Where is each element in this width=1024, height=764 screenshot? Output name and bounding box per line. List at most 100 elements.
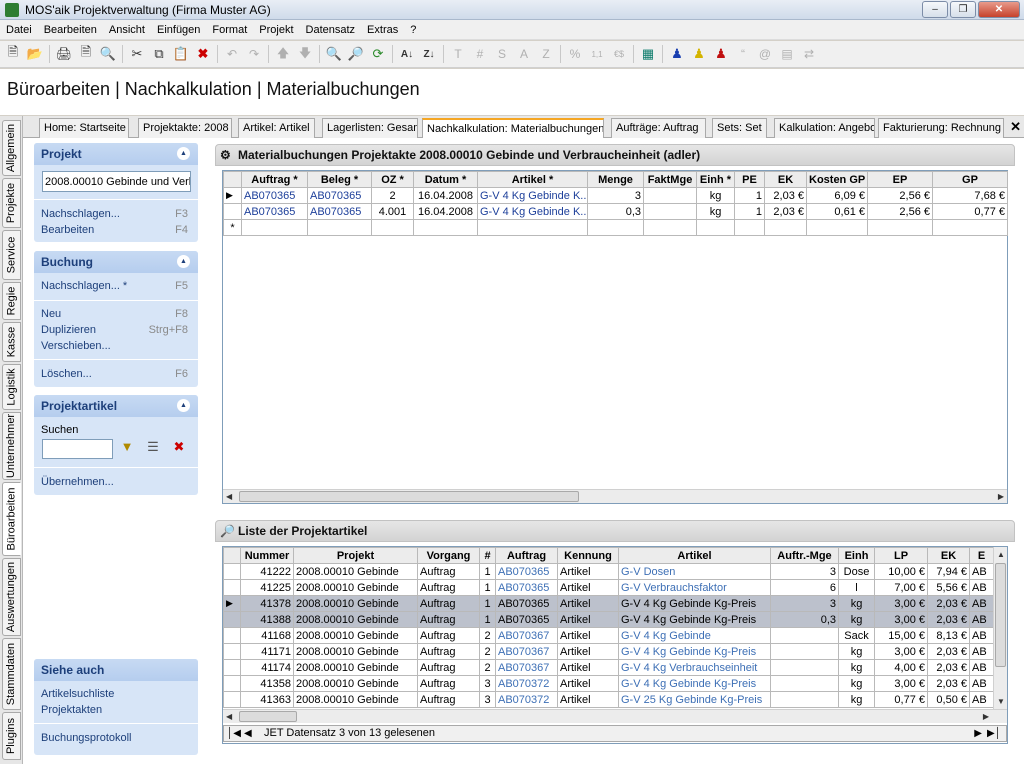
table-cell[interactable]: Artikel [557, 611, 619, 628]
table-cell[interactable]: 1 [734, 187, 765, 204]
vtab-service[interactable]: Service [2, 230, 21, 280]
table-row[interactable]: ▶ AB070365 AB070365 2 16.04.2008 G-V 4 Kg Geb… [223, 187, 1008, 204]
column-header[interactable]: Artikel * [477, 171, 588, 188]
table-cell[interactable]: 2008.00010 Gebinde [293, 579, 418, 596]
table-cell[interactable]: 0,3 [587, 203, 644, 220]
table-cell[interactable]: 2,03 € [927, 659, 970, 676]
table-cell[interactable]: 41168 [240, 627, 294, 644]
table-cell[interactable]: 41363 [240, 691, 294, 708]
table-cell[interactable]: AB070365 [495, 595, 558, 612]
decimal-icon[interactable]: 1,1 [586, 43, 608, 65]
uebernehmen-link[interactable]: Übernehmen... [41, 476, 114, 488]
table-cell[interactable]: 15,00 € [874, 627, 928, 644]
search-icon[interactable]: 🔍 [323, 43, 345, 65]
row-selector[interactable] [223, 203, 242, 220]
table-cell[interactable]: AB070367 [495, 643, 558, 660]
vtab-plugins[interactable]: Plugins [2, 712, 21, 760]
column-header[interactable]: EP [867, 171, 933, 188]
new-document-icon[interactable]: 🗎 [2, 43, 24, 65]
table-row[interactable]: 41174 2008.00010 Gebinde Auftrag 2 AB070367 A… [223, 659, 994, 676]
table-cell[interactable]: 0,77 € [932, 203, 1008, 220]
table-cell[interactable] [867, 219, 933, 236]
column-header[interactable]: Einh [838, 547, 875, 564]
tab-home[interactable]: Home: Startseite [39, 118, 129, 138]
table-cell[interactable]: AB [969, 627, 994, 644]
table-cell[interactable]: 7,00 € [874, 579, 928, 596]
close-tab-icon[interactable]: ✕ [1010, 119, 1021, 135]
table-cell[interactable]: 2,03 € [927, 643, 970, 660]
column-header[interactable]: Artikel [618, 547, 771, 564]
refresh-icon[interactable]: ⟳ [367, 43, 389, 65]
quote-icon[interactable]: “ [732, 43, 754, 65]
suchen-input[interactable] [42, 439, 113, 459]
currency-icon[interactable]: €$ [608, 43, 630, 65]
text-format-icon[interactable]: T [447, 43, 469, 65]
table-cell[interactable]: 1 [479, 579, 496, 596]
table-cell[interactable] [696, 219, 735, 236]
table-cell[interactable]: 3,00 € [874, 675, 928, 692]
table-cell[interactable]: kg [838, 691, 875, 708]
vtab-stammdaten[interactable]: Stammdaten [2, 638, 21, 710]
vertical-scrollbar[interactable]: ▲ ▼ [993, 547, 1007, 709]
table-cell[interactable]: 2,56 € [867, 203, 933, 220]
table-cell[interactable]: AB070365 [307, 187, 372, 204]
column-header[interactable]: GP [932, 171, 1008, 188]
column-header[interactable]: PE [734, 171, 765, 188]
link-icon[interactable]: ⇄ [798, 43, 820, 65]
table-cell[interactable]: 2 [479, 659, 496, 676]
projekt-bearbeiten-link[interactable]: Bearbeiten [41, 224, 94, 236]
table-cell[interactable]: G-V 4 Kg Gebinde K... [477, 203, 588, 220]
menu-projekt[interactable]: Projekt [253, 24, 299, 36]
table-cell[interactable] [770, 659, 839, 676]
print-preview-icon[interactable]: 🗎 [75, 43, 97, 65]
row-selector[interactable] [223, 659, 241, 676]
user-blue-icon[interactable]: ♟ [666, 43, 688, 65]
table-cell[interactable]: 3,00 € [874, 611, 928, 628]
horizontal-scrollbar[interactable]: ◀ ▶ [223, 489, 1007, 503]
print-icon[interactable]: 🖨 [53, 43, 75, 65]
table-cell[interactable]: kg [838, 611, 875, 628]
copy-icon[interactable]: ⧉ [148, 43, 170, 65]
table-cell[interactable]: 3 [587, 187, 644, 204]
scrollbar-thumb[interactable] [239, 491, 579, 502]
table-cell[interactable]: 16.04.2008 [413, 187, 478, 204]
buchungsprotokoll-link[interactable]: Buchungsprotokoll [41, 732, 132, 744]
tab-lagerlisten[interactable]: Lagerlisten: Gesam [322, 118, 418, 138]
table-cell[interactable]: 4,00 € [874, 659, 928, 676]
table-cell[interactable]: 2008.00010 Gebinde [293, 611, 418, 628]
scroll-left-icon[interactable]: ◀ [226, 712, 232, 721]
tab-artikel[interactable]: Artikel: Artikel [238, 118, 315, 138]
table-cell[interactable]: G-V Dosen [618, 563, 771, 580]
buchung-neu-link[interactable]: Neu [41, 308, 61, 320]
table-cell[interactable] [241, 219, 308, 236]
excel-export-icon[interactable]: ▦ [637, 43, 659, 65]
table-row[interactable]: 41168 2008.00010 Gebinde Auftrag 2 AB070367 A… [223, 627, 994, 644]
collapse-icon[interactable]: ▲ [177, 399, 190, 412]
table-cell[interactable]: Artikel [557, 627, 619, 644]
column-header[interactable]: Datum * [413, 171, 478, 188]
table-cell[interactable]: 2,03 € [927, 595, 970, 612]
table-row[interactable]: 41171 2008.00010 Gebinde Auftrag 2 AB070367 A… [223, 643, 994, 660]
table-cell[interactable]: 5,56 € [927, 579, 970, 596]
table-cell[interactable]: G-V 4 Kg Gebinde K... [477, 187, 588, 204]
table-cell[interactable]: G-V 4 Kg Gebinde Kg-Preis [618, 611, 771, 628]
table-cell[interactable]: 2008.00010 Gebinde [293, 691, 418, 708]
column-header[interactable]: Nummer [240, 547, 294, 564]
table-cell[interactable]: G-V 4 Kg Gebinde [618, 627, 771, 644]
table-cell[interactable]: 10,00 € [874, 563, 928, 580]
vtab-kasse[interactable]: Kasse [2, 322, 21, 362]
column-header[interactable]: Einh * [696, 171, 735, 188]
table-cell[interactable]: 0,3 [770, 611, 839, 628]
collapse-icon[interactable]: ▲ [177, 255, 190, 268]
table-cell[interactable] [770, 691, 839, 708]
table-cell[interactable] [932, 219, 1008, 236]
last-record-icon[interactable]: ▶│ [987, 726, 1001, 741]
current-row-icon[interactable]: ▶ [223, 595, 241, 612]
table-cell[interactable]: kg [838, 659, 875, 676]
table-cell[interactable]: AB070372 [495, 691, 558, 708]
table-row[interactable]: 41363 2008.00010 Gebinde Auftrag 3 AB070372 A… [223, 691, 994, 708]
vtab-projekte[interactable]: Projekte [2, 178, 21, 228]
tab-projektakte[interactable]: Projektakte: 2008 [138, 118, 232, 138]
table-cell[interactable]: 2,03 € [927, 611, 970, 628]
table-cell[interactable]: 1 [479, 595, 496, 612]
